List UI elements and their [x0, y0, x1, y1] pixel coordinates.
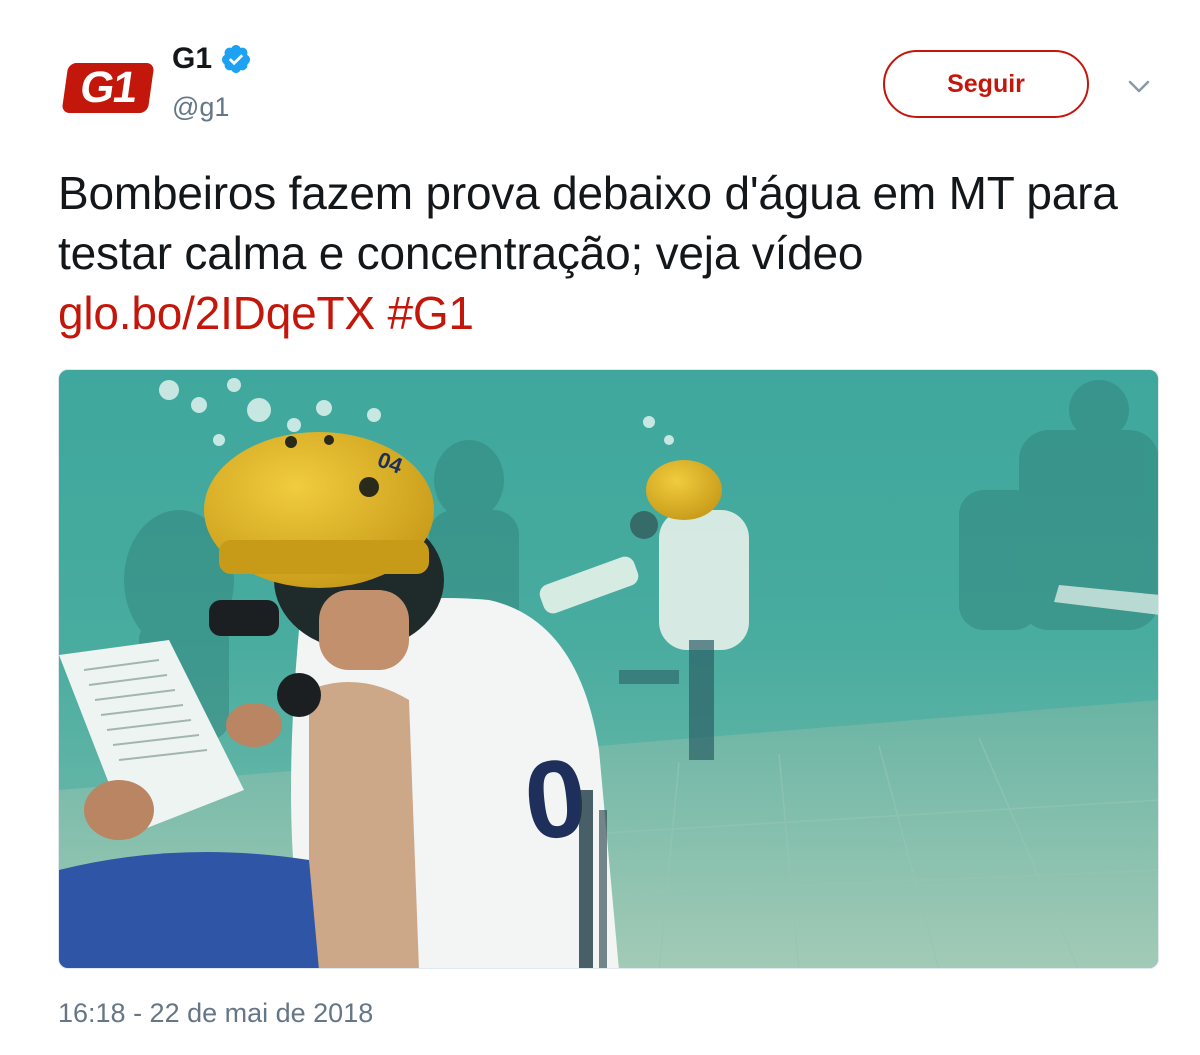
tweet-card: G1 G1 @g1 Seguir Bombeiros fazem prova d… — [0, 0, 1200, 1055]
tweet-hashtag[interactable]: #G1 — [387, 287, 474, 339]
avatar-logo-text: G1 — [77, 63, 139, 112]
tweet-timestamp[interactable]: 16:18 - 22 de mai de 2018 — [58, 998, 373, 1029]
follow-button[interactable]: Seguir — [883, 50, 1089, 118]
underwater-exam-photo: 0 04 — [59, 370, 1158, 968]
avatar[interactable]: G1 — [58, 38, 158, 138]
tweet-link[interactable]: glo.bo/2IDqeTX — [58, 287, 375, 339]
g1-logo: G1 — [61, 63, 155, 113]
tweet-text: Bombeiros fazem prova debaixo d'água em … — [58, 163, 1148, 343]
tweet-body-text: Bombeiros fazem prova debaixo d'água em … — [58, 167, 1118, 279]
author-name-row[interactable]: G1 — [172, 42, 252, 76]
author-handle[interactable]: @g1 — [172, 92, 229, 123]
tweet-media-image[interactable]: 0 04 — [58, 369, 1159, 969]
chevron-down-icon[interactable] — [1124, 72, 1154, 102]
verified-badge-icon — [222, 45, 251, 73]
author-display-name[interactable]: G1 — [172, 42, 212, 76]
